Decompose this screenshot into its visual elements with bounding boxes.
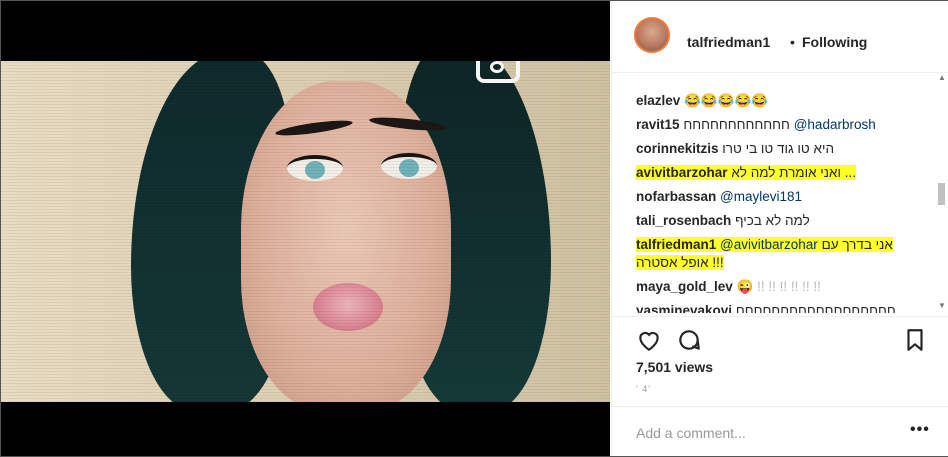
post-video[interactable] xyxy=(1,1,610,456)
post-header: talfriedman1 • Following xyxy=(612,1,948,73)
comment-username[interactable]: avivitbarzohar xyxy=(636,165,728,180)
video-frame[interactable] xyxy=(1,61,610,402)
comment-username[interactable]: tali_rosenbach xyxy=(636,213,731,228)
scrollbar-thumb[interactable] xyxy=(938,183,945,205)
comment-username[interactable]: talfriedman1 xyxy=(636,237,716,252)
comment-username[interactable]: elazlev xyxy=(636,93,680,108)
comment-item: maya_gold_lev 😜 !! !! !! !! !! !! xyxy=(636,279,821,295)
avatar[interactable] xyxy=(634,17,670,53)
comment-text: חחחחחחחחחחחחחחחחחח xyxy=(735,303,896,313)
comment-mention[interactable]: @hadarbrosh xyxy=(794,117,876,132)
add-comment-bar: Add a comment... ••• xyxy=(612,406,948,457)
comment-item: ravit15 חחחחחחחחחחחח @hadarbrosh xyxy=(636,117,876,132)
comment-icon[interactable] xyxy=(676,327,702,353)
post-date: ' 4' xyxy=(636,384,651,394)
comment-text: ואני אומרת למה לא ... xyxy=(731,165,857,180)
comment-item: nofarbassan @maylevi181 xyxy=(636,189,802,204)
comment-text: 😜 !! !! !! !! !! !! xyxy=(736,279,821,294)
separator-dot: • xyxy=(790,34,795,50)
post-username[interactable]: talfriedman1 xyxy=(687,34,770,50)
comment-input[interactable]: Add a comment... xyxy=(636,425,746,441)
comment-item: yasminevakovi חחחחחחחחחחחחחחחחחח xyxy=(636,303,896,313)
comment-username[interactable]: corinnekitzis xyxy=(636,141,719,156)
following-button[interactable]: Following xyxy=(802,34,867,50)
view-count[interactable]: 7,501 views xyxy=(636,359,713,375)
comment-item: tali_rosenbach למה לא בכיף xyxy=(636,213,810,228)
comment-item: corinnekitzis היא טו גוד טו בי טרו xyxy=(636,141,834,156)
post-sidebar: talfriedman1 • Following elazlev 😂😂😂😂😂 r… xyxy=(611,1,948,456)
more-icon[interactable]: ••• xyxy=(910,421,930,439)
comments-scrollbar[interactable]: ▲ ▼ xyxy=(936,73,946,313)
comment-username[interactable]: nofarbassan xyxy=(636,189,716,204)
comment-text-continued: אופל אסטרה !!! xyxy=(636,255,724,270)
scroll-down-arrow-icon[interactable]: ▼ xyxy=(938,301,946,310)
comment-text: היא טו גוד טו בי טרו xyxy=(722,141,835,156)
comment-mention[interactable]: @maylevi181 xyxy=(720,189,802,204)
comment-username[interactable]: maya_gold_lev xyxy=(636,279,733,294)
action-bar xyxy=(612,316,948,357)
bookmark-icon[interactable] xyxy=(902,327,928,353)
heart-icon[interactable] xyxy=(636,327,662,353)
comment-item-highlighted: avivitbarzohar ואני אומרת למה לא ... xyxy=(636,165,857,180)
comment-text: חחחחחחחחחחחח xyxy=(683,117,790,132)
comment-username[interactable]: yasminevakovi xyxy=(636,303,732,313)
comment-mention[interactable]: @avivitbarzohar xyxy=(720,237,818,252)
comment-item-highlighted: talfriedman1 @avivitbarzohar אני בדרך עם xyxy=(636,237,893,252)
comment-text: למה לא בכיף xyxy=(735,213,810,228)
comment-username[interactable]: ravit15 xyxy=(636,117,680,132)
comment-text: 😂😂😂😂😂 xyxy=(684,93,769,108)
scroll-up-arrow-icon[interactable]: ▲ xyxy=(938,73,946,82)
comment-item: elazlev 😂😂😂😂😂 xyxy=(636,93,768,109)
camera-icon xyxy=(476,61,520,83)
comment-list[interactable]: elazlev 😂😂😂😂😂 ravit15 חחחחחחחחחחחח @hada… xyxy=(636,69,932,313)
comment-text: אני בדרך עם xyxy=(821,237,893,252)
